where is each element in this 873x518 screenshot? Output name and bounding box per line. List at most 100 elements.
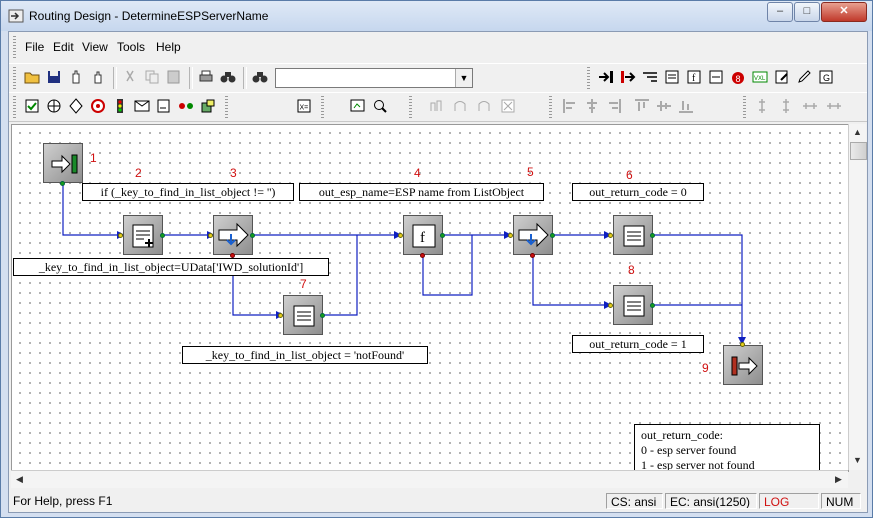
false-port[interactable] xyxy=(530,253,535,258)
scroll-right-icon[interactable]: ▶ xyxy=(831,472,846,487)
script-block-icon[interactable] xyxy=(773,68,791,86)
copy-icon[interactable] xyxy=(143,68,161,86)
chevron-down-icon[interactable]: ▼ xyxy=(455,69,472,87)
delete-icon[interactable] xyxy=(499,97,517,115)
assign-key-label[interactable]: _key_to_find_in_list_object=UData['IWD_s… xyxy=(13,258,329,276)
align-bottom-icon[interactable] xyxy=(677,97,695,115)
branch-icon[interactable] xyxy=(641,68,659,86)
list-block-icon[interactable] xyxy=(663,68,681,86)
validate-icon[interactable] xyxy=(23,97,41,115)
input-port[interactable] xyxy=(398,233,403,238)
output-port[interactable] xyxy=(160,233,165,238)
return-code-note[interactable]: out_return_code: 0 - esp server found 1 … xyxy=(634,424,820,471)
group-icon[interactable] xyxy=(427,97,445,115)
toolbar-grip[interactable] xyxy=(13,67,16,89)
find-icon[interactable] xyxy=(251,68,269,86)
input-port[interactable] xyxy=(608,233,613,238)
diagram-canvas[interactable]: 1 2 3 4 5 6 7 8 9 if (_key_to_find_in_li… xyxy=(11,124,849,472)
traffic-light-icon[interactable] xyxy=(111,97,129,115)
menu-help[interactable]: Help xyxy=(156,40,181,54)
toolbar-grip[interactable] xyxy=(587,67,590,89)
space-horizontal-icon[interactable] xyxy=(801,97,819,115)
check-icon[interactable] xyxy=(371,97,389,115)
document-icon[interactable] xyxy=(155,97,173,115)
menu-file[interactable]: File xyxy=(25,40,44,54)
return-code-1-label[interactable]: out_return_code = 1 xyxy=(572,335,704,353)
branch-block[interactable] xyxy=(513,215,553,255)
target-icon[interactable] xyxy=(89,97,107,115)
error-port[interactable] xyxy=(420,253,425,258)
space-vertical-icon[interactable] xyxy=(753,97,771,115)
subroutine-icon[interactable] xyxy=(707,68,725,86)
output-port[interactable] xyxy=(550,233,555,238)
assign-block[interactable] xyxy=(123,215,163,255)
menubar-grip[interactable] xyxy=(13,36,16,58)
input-port[interactable] xyxy=(508,233,513,238)
function-block-icon[interactable]: f xyxy=(685,68,703,86)
false-port[interactable] xyxy=(230,253,235,258)
error-block-icon[interactable]: 8 xyxy=(729,68,747,86)
condition-block[interactable] xyxy=(213,215,253,255)
maximize-button[interactable]: □ xyxy=(794,2,820,22)
horizontal-scrollbar[interactable]: ◀ ▶ xyxy=(11,470,848,488)
open-folder-icon[interactable] xyxy=(23,68,41,86)
align-center-icon[interactable] xyxy=(583,97,601,115)
space-vertical-even-icon[interactable] xyxy=(777,97,795,115)
esp-name-label[interactable]: out_esp_name=ESP name from ListObject xyxy=(299,183,544,201)
connector-icon[interactable] xyxy=(177,97,195,115)
align-right-icon[interactable] xyxy=(605,97,623,115)
variables-icon[interactable]: X= xyxy=(295,97,313,115)
globe-icon[interactable] xyxy=(45,97,63,115)
return-code-0-label[interactable]: out_return_code = 0 xyxy=(572,183,704,201)
input-port[interactable] xyxy=(608,303,613,308)
output-port[interactable] xyxy=(320,313,325,318)
output-port[interactable] xyxy=(60,181,65,186)
output-port[interactable] xyxy=(250,233,255,238)
queue-icon[interactable] xyxy=(199,97,217,115)
return-code-0-block[interactable] xyxy=(613,215,653,255)
comment-block-icon[interactable]: G xyxy=(817,68,835,86)
route-icon[interactable] xyxy=(67,97,85,115)
return-code-1-block[interactable] xyxy=(613,285,653,325)
output-port[interactable] xyxy=(650,303,655,308)
simulate-icon[interactable] xyxy=(349,97,367,115)
align-top-icon[interactable] xyxy=(633,97,651,115)
input-port[interactable] xyxy=(278,313,283,318)
not-found-label[interactable]: _key_to_find_in_list_object = 'notFound' xyxy=(182,346,428,364)
title-bar[interactable]: Routing Design - DetermineESPServerName … xyxy=(1,1,872,31)
align-middle-icon[interactable] xyxy=(655,97,673,115)
exit-block[interactable] xyxy=(723,345,763,385)
entry-block[interactable] xyxy=(43,143,83,183)
vxml-block-icon[interactable]: VXL xyxy=(751,68,769,86)
input-port[interactable] xyxy=(118,233,123,238)
binoculars-icon[interactable] xyxy=(219,68,237,86)
exit-block-icon[interactable] xyxy=(619,68,637,86)
input-port[interactable] xyxy=(208,233,213,238)
toolbar-grip[interactable] xyxy=(743,96,746,118)
minimize-button[interactable]: – xyxy=(767,2,793,22)
toolbar-grip[interactable] xyxy=(409,96,412,118)
function-block[interactable]: f xyxy=(403,215,443,255)
menu-view[interactable]: View xyxy=(82,40,108,54)
menu-tools[interactable]: Tools xyxy=(117,40,145,54)
close-button[interactable]: ✕ xyxy=(821,2,867,22)
toolbar-grip[interactable] xyxy=(225,96,228,118)
hand-release-icon[interactable] xyxy=(89,68,107,86)
scroll-left-icon[interactable]: ◀ xyxy=(12,472,27,487)
toolbar-grip[interactable] xyxy=(321,96,324,118)
print-icon[interactable] xyxy=(197,68,215,86)
link-icon[interactable] xyxy=(451,97,469,115)
toolbar-grip[interactable] xyxy=(13,96,16,118)
condition-label[interactable]: if (_key_to_find_in_list_object != '') xyxy=(82,183,294,201)
cut-icon[interactable] xyxy=(121,68,139,86)
space-horizontal-even-icon[interactable] xyxy=(825,97,843,115)
paste-icon[interactable] xyxy=(165,68,183,86)
not-found-block[interactable] xyxy=(283,295,323,335)
toolbar-grip[interactable] xyxy=(549,96,552,118)
vertical-scrollbar[interactable]: ▲ ▼ xyxy=(848,124,867,470)
unlink-icon[interactable] xyxy=(475,97,493,115)
entry-block-icon[interactable] xyxy=(597,68,615,86)
save-icon[interactable] xyxy=(45,68,63,86)
hand-icon[interactable] xyxy=(67,68,85,86)
scroll-up-icon[interactable]: ▲ xyxy=(850,125,865,140)
